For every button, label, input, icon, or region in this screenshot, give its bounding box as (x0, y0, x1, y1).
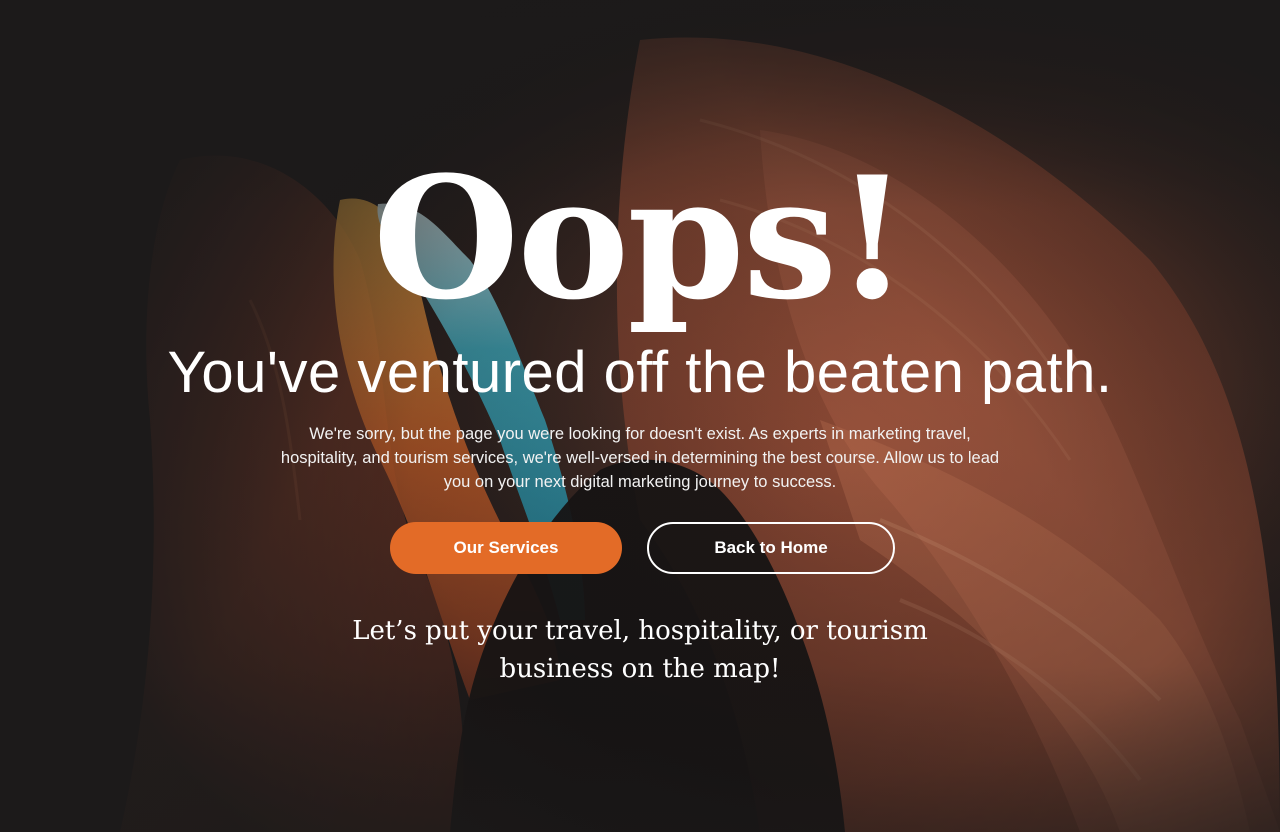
error-description: We're sorry, but the page you were looki… (280, 425, 1000, 491)
tagline: Let’s put your travel, hospitality, or t… (352, 616, 928, 684)
error-page: Oops! You've ventured off the beaten pat… (0, 0, 1280, 832)
back-to-home-button[interactable]: Back to Home (647, 522, 895, 574)
hero-content: Oops! You've ventured off the beaten pat… (0, 0, 1280, 832)
our-services-button[interactable]: Our Services (390, 522, 622, 574)
page-subtitle: You've ventured off the beaten path. (167, 340, 1113, 405)
page-title: Oops! (372, 139, 909, 337)
